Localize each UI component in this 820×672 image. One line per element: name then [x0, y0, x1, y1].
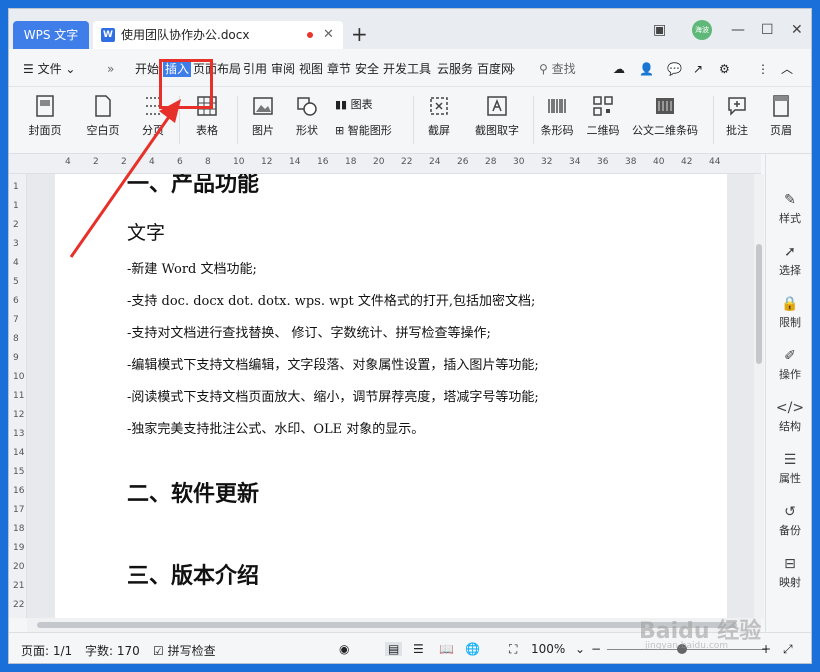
baidu-watermark-url: jingyan.baidu.com — [645, 641, 729, 651]
annotation-arrow — [69, 99, 181, 258]
wps-window: WPS 文字 W 使用团队协作办公.docx ✕ + ▣ 海波 — ☐ ✕ ☰ … — [8, 8, 812, 664]
